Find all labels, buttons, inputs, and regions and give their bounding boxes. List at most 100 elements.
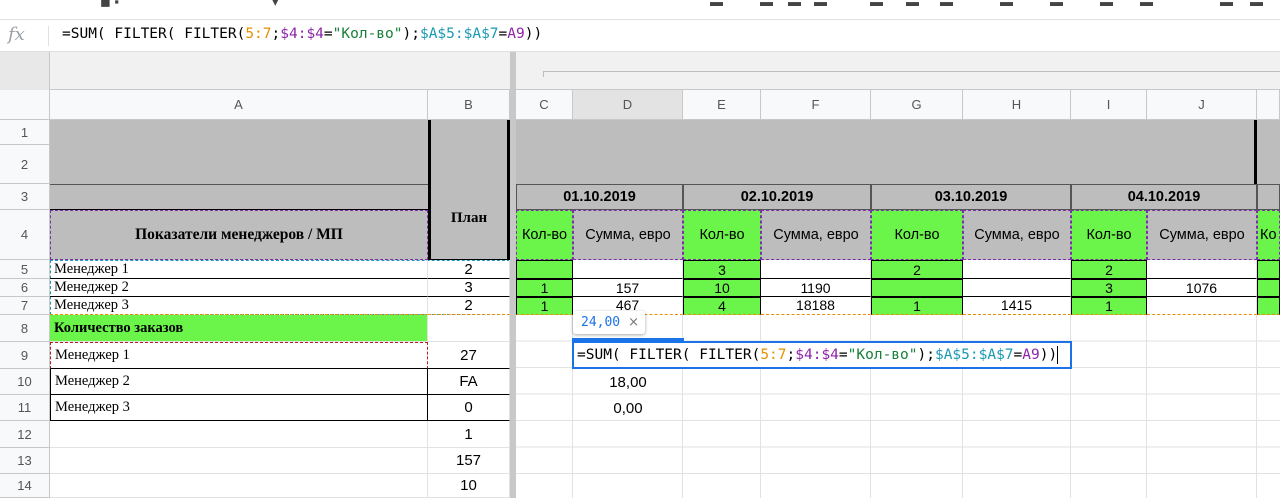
wrap-icon[interactable]: ▬: [1100, 0, 1113, 9]
result-cell[interactable]: 0,00: [573, 395, 683, 421]
qty-subheader[interactable]: Кол-во: [1071, 210, 1147, 260]
column-header-e[interactable]: E: [683, 90, 761, 120]
header-corner[interactable]: [0, 90, 50, 120]
result-cell[interactable]: 18,00: [573, 369, 683, 395]
row-header-8[interactable]: 8: [0, 315, 50, 342]
link-icon[interactable]: ▬: [1220, 0, 1233, 9]
toolbar-icon[interactable]: ◼ ▪: [100, 0, 119, 9]
qty-cell[interactable]: 1: [1071, 297, 1147, 315]
align-icon[interactable]: ▬: [1000, 0, 1013, 9]
manager-name-cell[interactable]: Менеджер 3: [50, 297, 428, 315]
bold-icon[interactable]: ▬: [710, 0, 723, 9]
sum-cell[interactable]: [963, 260, 1071, 279]
sum-cell[interactable]: [573, 260, 683, 279]
sum-cell[interactable]: [963, 279, 1071, 297]
column-header-a[interactable]: A: [50, 90, 428, 120]
empty-cell[interactable]: [50, 421, 428, 448]
empty-cell[interactable]: [50, 474, 428, 498]
managers-title-cell[interactable]: Показатели менеджеров / МП: [50, 210, 428, 260]
row-header-3[interactable]: 3: [0, 184, 50, 210]
date-cell[interactable]: 02.10.2019: [683, 184, 871, 210]
qty-cell[interactable]: 1: [516, 297, 573, 315]
column-header-k[interactable]: [1257, 90, 1280, 120]
date-cell-partial[interactable]: [1257, 184, 1280, 210]
select-all-corner[interactable]: [0, 52, 50, 90]
sum-subheader[interactable]: Сумма, евро: [761, 210, 871, 260]
manager-name-cell[interactable]: Менеджер 1: [50, 260, 428, 279]
row-header-7[interactable]: 7: [0, 297, 50, 315]
valign-icon[interactable]: ▬: [1050, 0, 1063, 9]
plan-cell-empty[interactable]: [428, 315, 510, 342]
header-gray-row3[interactable]: [50, 184, 428, 210]
order-manager-cell[interactable]: Менеджер 3: [50, 395, 428, 421]
qty-cell[interactable]: 3: [1071, 279, 1147, 297]
row-header-10[interactable]: 10: [0, 369, 50, 395]
borders-icon[interactable]: ▬: [906, 0, 919, 9]
column-header-c[interactable]: C: [516, 90, 573, 120]
header-gray-block-right[interactable]: [516, 120, 1280, 184]
sum-cell[interactable]: 1415: [963, 297, 1071, 315]
row-header-2[interactable]: 2: [0, 145, 50, 184]
row-header-5[interactable]: 5: [0, 260, 50, 279]
text-color-icon[interactable]: ▬: [814, 0, 827, 9]
qty-cell[interactable]: 10: [683, 279, 761, 297]
plan-cell[interactable]: 157: [428, 448, 510, 474]
plan-cell[interactable]: 10: [428, 474, 510, 498]
sum-subheader[interactable]: Сумма, евро: [963, 210, 1071, 260]
cell-formula-editor[interactable]: =SUM( FILTER( FILTER(5:7; $4:$4 = "Кол-во")…: [572, 341, 1072, 369]
sum-subheader[interactable]: Сумма, евро: [1147, 210, 1257, 260]
plan-cell[interactable]: 2: [428, 297, 510, 315]
strikethrough-icon[interactable]: ▬: [788, 0, 801, 9]
formula-input[interactable]: =SUM( FILTER( FILTER(5:7;$4:$4="Кол-во")…: [62, 26, 542, 42]
plan-header-cell[interactable]: [428, 120, 510, 260]
empty-cell[interactable]: [50, 448, 428, 474]
row-header-11[interactable]: 11: [0, 395, 50, 421]
column-header-f[interactable]: F: [761, 90, 871, 120]
qty-cell-partial[interactable]: [1257, 297, 1280, 315]
qty-cell[interactable]: 2: [1071, 260, 1147, 279]
italic-icon[interactable]: ▬: [760, 0, 773, 9]
order-plan-cell[interactable]: FA: [428, 369, 510, 395]
qty-subheader[interactable]: Кол-во: [683, 210, 761, 260]
qty-cell[interactable]: [871, 279, 963, 297]
row-header-12[interactable]: 12: [0, 421, 50, 448]
qty-cell[interactable]: 2: [871, 260, 963, 279]
column-header-b[interactable]: B: [428, 90, 510, 120]
column-header-d[interactable]: D: [573, 90, 683, 120]
qty-cell[interactable]: 1: [516, 279, 573, 297]
plan-cell[interactable]: 3: [428, 279, 510, 297]
qty-cell-partial[interactable]: [1257, 260, 1280, 279]
column-header-i[interactable]: I: [1071, 90, 1147, 120]
orders-title-cell[interactable]: Количество заказов: [50, 315, 428, 342]
column-header-g[interactable]: G: [871, 90, 963, 120]
order-plan-cell[interactable]: 0: [428, 395, 510, 421]
toolbar-icon[interactable]: ▾: [272, 0, 279, 9]
row-header-4[interactable]: 4: [0, 210, 50, 260]
sum-cell[interactable]: 157: [573, 279, 683, 297]
row-header-6[interactable]: 6: [0, 279, 50, 297]
merge-icon[interactable]: ▬: [940, 0, 953, 9]
qty-cell[interactable]: 3: [683, 260, 761, 279]
close-icon[interactable]: ×: [628, 315, 639, 330]
qty-cell-partial[interactable]: [1257, 279, 1280, 297]
qty-cell[interactable]: 4: [683, 297, 761, 315]
sum-cell[interactable]: [1147, 297, 1257, 315]
plan-cell[interactable]: 2: [428, 260, 510, 279]
manager-name-cell[interactable]: Менеджер 2: [50, 279, 428, 297]
sum-subheader[interactable]: Сумма, евро: [573, 210, 683, 260]
plan-cell[interactable]: 1: [428, 421, 510, 448]
order-manager-cell[interactable]: Менеджер 1: [50, 342, 428, 369]
qty-cell[interactable]: [516, 260, 573, 279]
row-header-14[interactable]: 14: [0, 474, 50, 498]
row-header-13[interactable]: 13: [0, 448, 50, 474]
sum-cell[interactable]: [1147, 260, 1257, 279]
date-cell[interactable]: 04.10.2019: [1071, 184, 1257, 210]
qty-subheader-partial[interactable]: Ко: [1257, 210, 1280, 260]
rotate-icon[interactable]: ▬: [1140, 0, 1153, 9]
row-header-1[interactable]: 1: [0, 120, 50, 145]
column-header-j[interactable]: J: [1147, 90, 1257, 120]
sum-cell[interactable]: 1190: [761, 279, 871, 297]
header-gray-block-a[interactable]: [50, 120, 428, 184]
sum-cell[interactable]: [761, 260, 871, 279]
date-cell[interactable]: 01.10.2019: [516, 184, 683, 210]
